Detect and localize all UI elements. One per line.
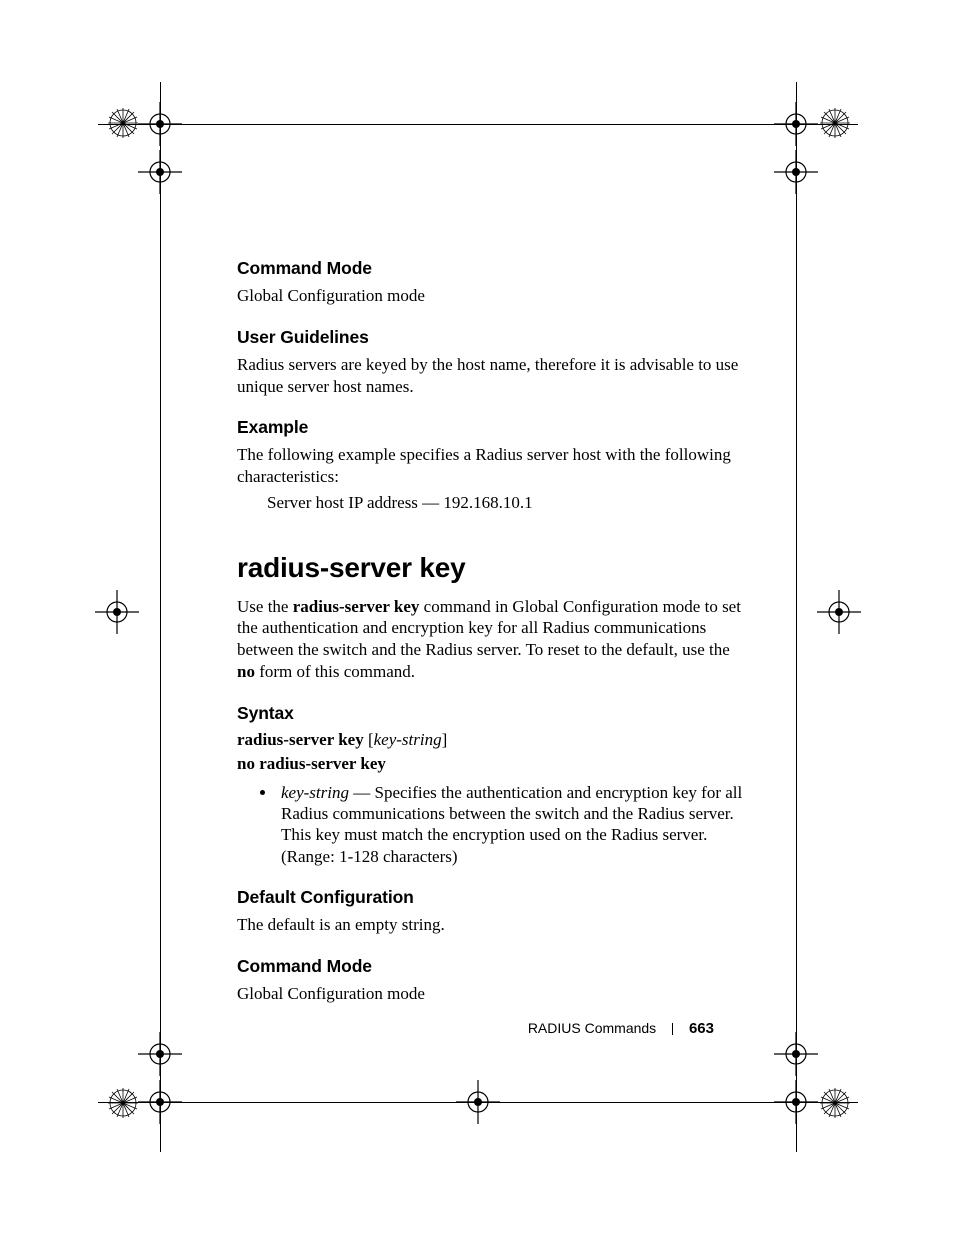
text-intro: Use the radius-server key command in Glo…	[237, 596, 747, 683]
crop-rule-top	[98, 124, 858, 125]
intro-cmd: radius-server key	[293, 597, 420, 616]
text-example-line: Server host IP address — 192.168.10.1	[267, 492, 747, 514]
crop-target-ml	[95, 590, 139, 634]
heading-syntax: Syntax	[237, 703, 747, 724]
crop-rule-bottom	[98, 1102, 858, 1103]
bullet-text: — Specifies the authentication and encry…	[281, 783, 742, 866]
syntax-bullet-1: key-string — Specifies the authenticatio…	[277, 782, 747, 868]
footer-page-number: 663	[689, 1020, 714, 1037]
crop-target-mr	[817, 590, 861, 634]
intro-pre: Use the	[237, 597, 293, 616]
intro-post: form of this command.	[255, 662, 415, 681]
page-footer: RADIUS Commands 663	[0, 1020, 954, 1037]
text-command-mode-2: Global Configuration mode	[237, 983, 747, 1005]
heading-default-config: Default Configuration	[237, 887, 747, 908]
syntax-line-1: radius-server key [key-string]	[237, 730, 747, 750]
text-command-mode-1: Global Configuration mode	[237, 285, 747, 307]
heading-example: Example	[237, 417, 747, 438]
heading-command-mode-1: Command Mode	[237, 258, 747, 279]
crop-burst-br	[820, 1088, 850, 1118]
heading-user-guidelines: User Guidelines	[237, 327, 747, 348]
syntax-bullets: key-string — Specifies the authenticatio…	[237, 782, 747, 868]
text-example-intro: The following example specifies a Radius…	[237, 444, 747, 488]
crop-rule-right	[796, 82, 797, 1152]
crop-burst-tr	[820, 108, 850, 138]
footer-separator	[672, 1023, 673, 1035]
syntax-arg: key-string	[374, 730, 442, 749]
syntax-cmd: radius-server key	[237, 730, 364, 749]
syntax-line-2: no radius-server key	[237, 754, 747, 774]
heading-command-mode-2: Command Mode	[237, 956, 747, 977]
page-content: Command Mode Global Configuration mode U…	[237, 258, 747, 1025]
bullet-arg: key-string	[281, 783, 349, 802]
title-radius-server-key: radius-server key	[237, 552, 747, 584]
syntax-close: ]	[442, 730, 448, 749]
crop-burst-bl	[108, 1088, 138, 1118]
syntax-open: [	[364, 730, 374, 749]
text-user-guidelines: Radius servers are keyed by the host nam…	[237, 354, 747, 398]
crop-burst-tl	[108, 108, 138, 138]
intro-no: no	[237, 662, 255, 681]
footer-chapter: RADIUS Commands	[528, 1020, 656, 1036]
crop-rule-left	[160, 82, 161, 1152]
text-default-config: The default is an empty string.	[237, 914, 747, 936]
